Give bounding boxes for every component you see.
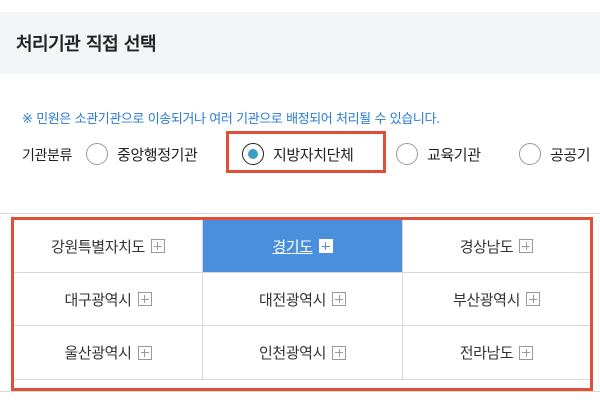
- region-label: 대전광역시: [258, 290, 326, 309]
- radio-public-institution[interactable]: 공공기: [519, 140, 591, 168]
- divider: [0, 213, 600, 214]
- region-incheon[interactable]: 인천광역시: [203, 326, 403, 380]
- plus-box-icon[interactable]: [519, 239, 534, 253]
- selection-highlight: [226, 131, 386, 173]
- radio-circle-icon[interactable]: [519, 143, 541, 165]
- divider: [0, 391, 600, 392]
- radio-label: 중앙행정기관: [117, 145, 198, 164]
- radio-circle-icon[interactable]: [86, 143, 108, 165]
- page-title: 처리기관 직접 선택: [16, 34, 157, 55]
- plus-box-icon[interactable]: [526, 292, 540, 306]
- plus-box-icon[interactable]: [332, 292, 346, 306]
- notice-text: ※ 민원은 소관기관으로 이송되거나 여러 기관으로 배정되어 처리될 수 있습…: [22, 112, 440, 127]
- radio-central-agency[interactable]: 중앙행정기관: [86, 140, 198, 168]
- radio-circle-icon[interactable]: [396, 143, 418, 165]
- radio-label: 교육기관: [427, 145, 481, 164]
- plus-box-icon[interactable]: [318, 239, 333, 253]
- region-daejeon[interactable]: 대전광역시: [203, 273, 403, 326]
- region-gangwon[interactable]: 강원특별자치도: [14, 220, 203, 273]
- radio-education[interactable]: 교육기관: [396, 140, 481, 168]
- region-label: 부산광역시: [452, 290, 520, 309]
- plus-box-icon[interactable]: [332, 345, 346, 360]
- region-jeonnam[interactable]: 전라남도: [403, 326, 590, 380]
- filter-label: 기관분류: [22, 148, 72, 164]
- plus-box-icon[interactable]: [150, 239, 165, 253]
- region-gyeonggi[interactable]: 경기도: [203, 220, 403, 273]
- plus-box-icon[interactable]: [519, 345, 534, 360]
- region-busan[interactable]: 부산광역시: [403, 273, 590, 326]
- region-label: 경기도: [272, 237, 313, 256]
- region-ulsan[interactable]: 울산광역시: [14, 326, 203, 380]
- plus-box-icon[interactable]: [137, 345, 152, 360]
- region-gyeongnam[interactable]: 경상남도: [403, 220, 590, 273]
- region-label: 인천광역시: [258, 344, 326, 362]
- region-grid: 강원특별자치도 경기도 경상남도 대구광역시 대전광역시 부산광역시 울산광역시…: [14, 220, 590, 380]
- region-label: 전라남도: [459, 344, 514, 362]
- plus-box-icon[interactable]: [137, 292, 152, 306]
- region-label: 경상남도: [459, 237, 514, 256]
- region-label: 강원특별자치도: [51, 237, 145, 256]
- region-label: 대구광역시: [64, 290, 132, 309]
- radio-label: 공공기: [550, 145, 591, 164]
- region-label: 울산광역시: [64, 344, 132, 362]
- region-daegu[interactable]: 대구광역시: [14, 273, 203, 326]
